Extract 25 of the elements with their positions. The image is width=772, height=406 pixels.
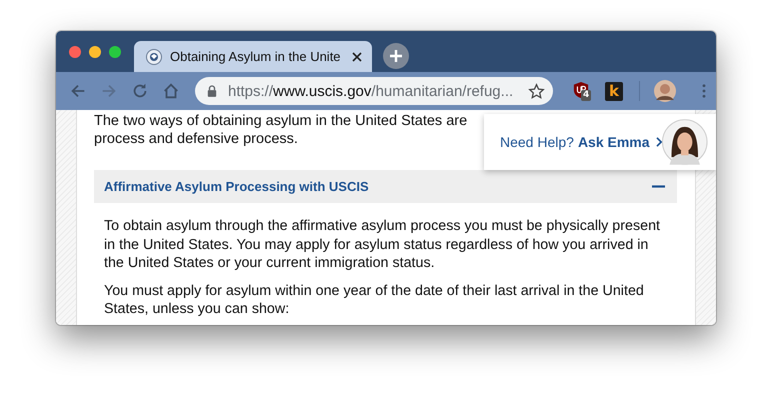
maximize-icon[interactable] [109,46,121,58]
seal-icon [146,48,162,64]
url-text: https://www.uscis.gov/humanitarian/refug... [228,82,514,100]
help-prompt: Need Help? [500,134,574,150]
minimize-icon[interactable] [89,46,101,58]
browser-tab[interactable]: Obtaining Asylum in the Unite [134,41,372,72]
reload-icon[interactable] [131,82,149,100]
avatar-icon[interactable] [654,80,676,102]
new-tab-button[interactable] [383,43,409,69]
count-badge: 4 [581,90,592,101]
body-paragraph: To obtain asylum through the affirmative asylum process you must be physically present in the United States. You may apply for asylum status regardless of how you arrived in the United States or your current immigration status. [104,217,661,272]
extension-logo[interactable]: k [605,82,623,100]
body-paragraph: You must apply for asylum within one year of the date of their last arrival in the United States, unless you can show: [104,282,645,318]
menu-icon[interactable] [702,84,706,98]
lock-icon [207,85,217,97]
star-icon[interactable] [528,82,545,100]
close-icon[interactable] [352,52,362,62]
accordion-header[interactable]: Affirmative Asylum Processing with USCIS [94,170,677,203]
address-bar[interactable]: https://www.uscis.gov/humanitarian/refug... [195,77,553,105]
home-icon[interactable] [162,82,180,100]
ask-link[interactable]: Ask Emma [578,134,650,150]
chevron-icon [656,137,662,147]
help-popup[interactable]: Need Help? Ask Emma [484,114,716,170]
back-icon[interactable] [69,82,87,100]
intro-paragraph: The two ways of obtaining asylum in the United States are process and defensive process. [94,112,468,148]
